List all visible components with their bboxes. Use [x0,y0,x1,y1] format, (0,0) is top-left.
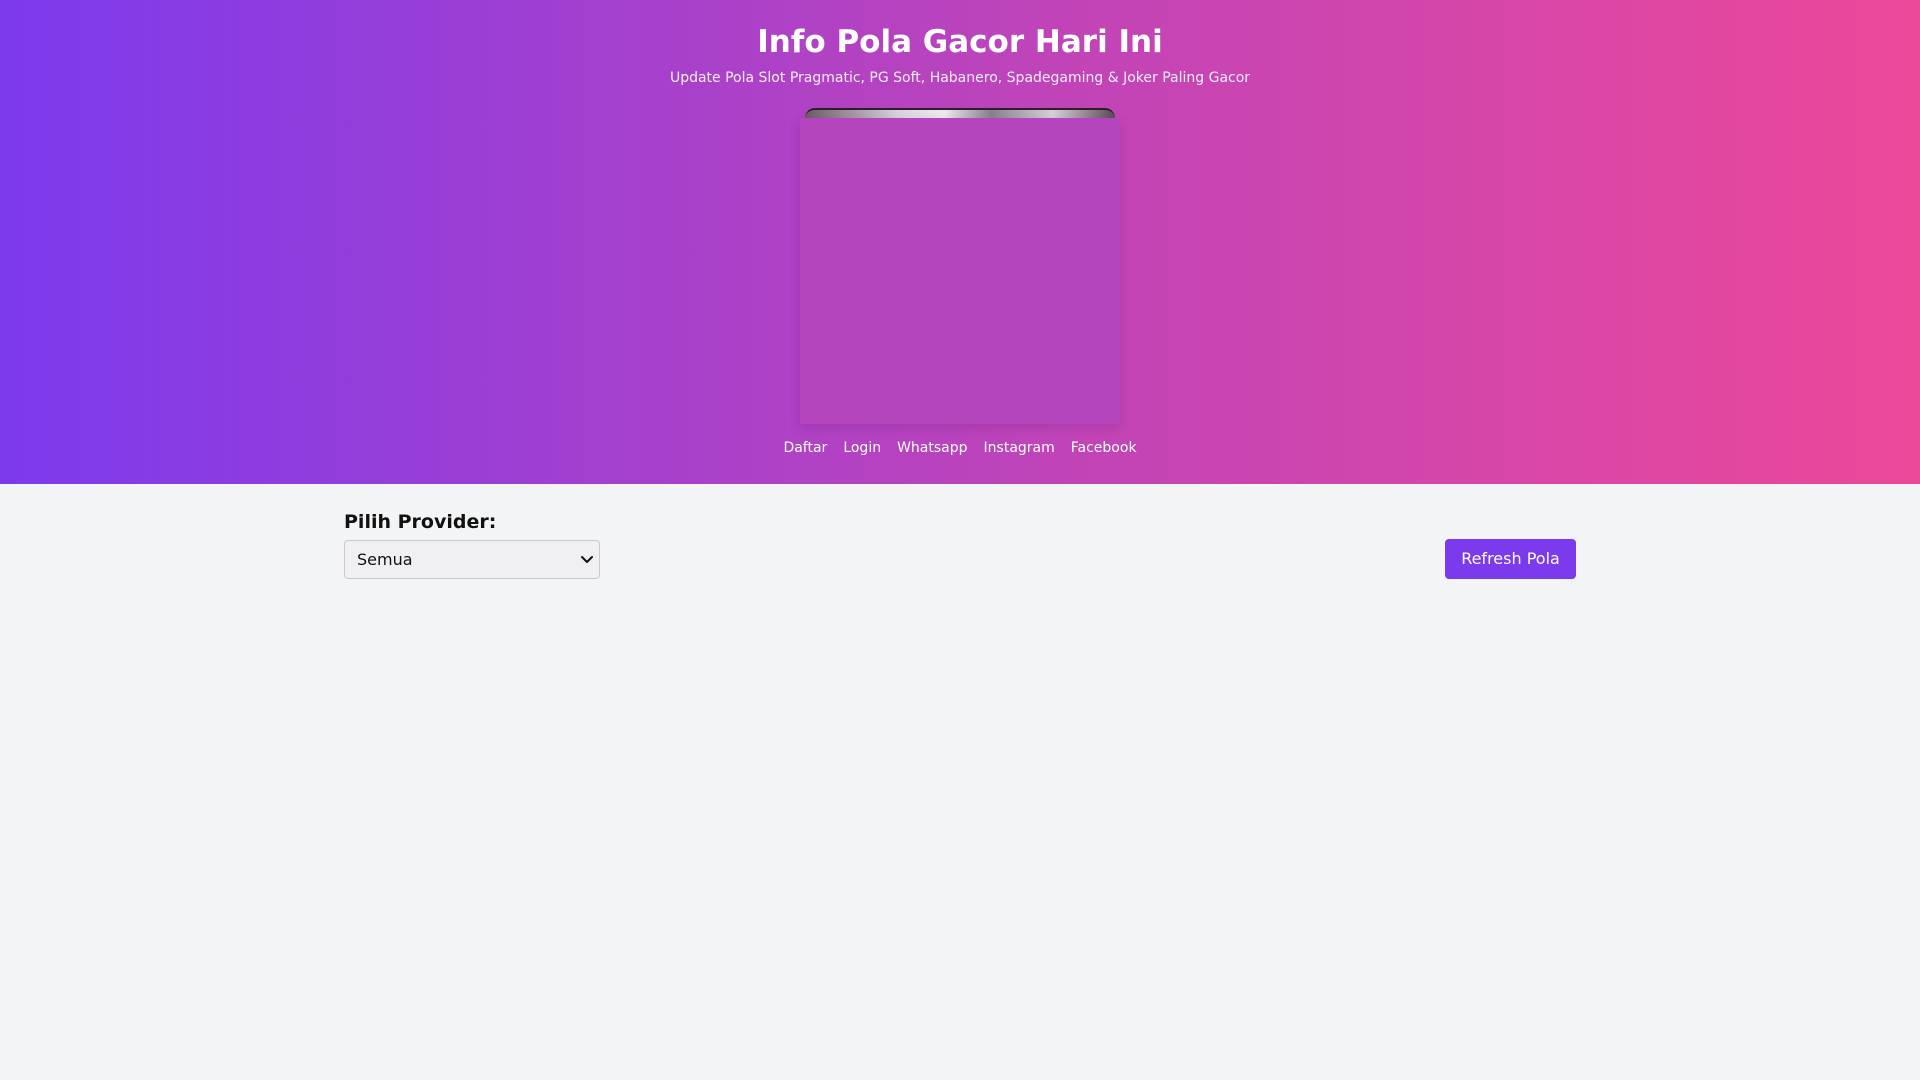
provider-select[interactable]: Semua [344,540,600,579]
page-title: Info Pola Gacor Hari Ini [757,24,1163,60]
nav-link-instagram[interactable]: Instagram [984,438,1055,458]
nav-link-login[interactable]: Login [843,438,881,458]
provider-label: Pilih Provider: [344,511,497,533]
refresh-button[interactable]: Refresh Pola [1445,539,1576,579]
page-subtitle: Update Pola Slot Pragmatic, PG Soft, Hab… [669,70,1251,86]
nav-link-facebook[interactable]: Facebook [1071,438,1137,458]
site-header: Info Pola Gacor Hari Ini Update Pola Slo… [0,0,1920,484]
chevron-down-icon [581,556,593,563]
banner-overlay [800,118,1120,424]
main-content: Pilih Provider: Semua Refresh Pola [0,484,1920,1080]
nav-link-whatsapp[interactable]: Whatsapp [897,438,967,458]
nav-link-daftar[interactable]: Daftar [783,438,827,458]
main-nav: Daftar Login Whatsapp Instagram Facebook [0,438,1920,458]
provider-select-value: Semua [357,550,413,569]
